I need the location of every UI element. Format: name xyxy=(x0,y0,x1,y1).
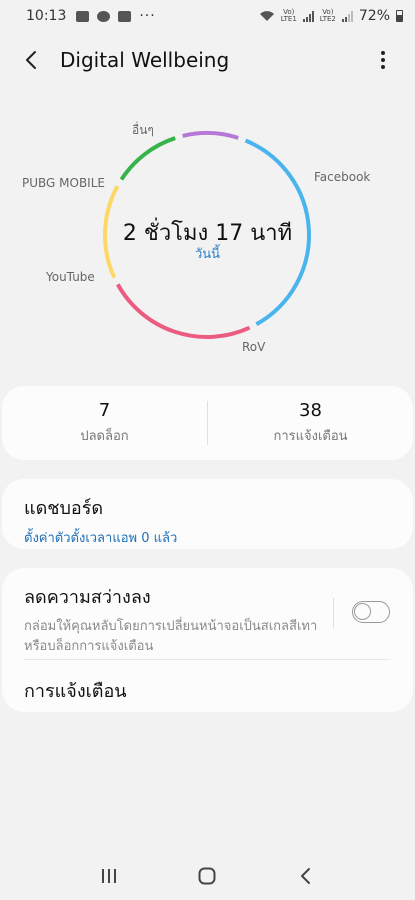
gallery-icon xyxy=(76,10,90,22)
notifications-stat[interactable]: 38 การแจ้งเตือน xyxy=(208,400,413,446)
navigation-bar xyxy=(0,852,415,900)
wind-down-description: กล่อมให้คุณหลับโดยการเปลี่ยนหน้าจอเป็นสเ… xyxy=(24,619,318,654)
settings-card: ลดความสว่างลง กล่อมให้คุณหลับโดยการเปลี่… xyxy=(2,568,413,712)
signal-icon-2 xyxy=(341,10,353,22)
shop-icon xyxy=(118,10,132,22)
home-button[interactable] xyxy=(187,856,227,896)
chart-label-pubg: PUBG MOBILE xyxy=(22,176,105,190)
wind-down-title: ลดความสว่างลง xyxy=(24,587,151,608)
signal-icon xyxy=(302,10,314,22)
wind-down-item[interactable]: ลดความสว่างลง กล่อมให้คุณหลับโดยการเปลี่… xyxy=(24,582,324,657)
toggle-knob xyxy=(354,603,371,620)
dashboard-title: แดชบอร์ด xyxy=(24,498,104,519)
chart-label-facebook: Facebook xyxy=(314,170,371,184)
more-options-button[interactable] xyxy=(361,38,405,82)
wifi-icon xyxy=(259,11,274,21)
chart-label-others: อื่นๆ xyxy=(132,123,154,137)
unlocks-count: 7 xyxy=(98,400,111,421)
lte2-label: Vo) LTE2 xyxy=(319,8,336,23)
battery-icon xyxy=(396,10,403,22)
unlocks-stat[interactable]: 7 ปลดล็อก xyxy=(2,400,207,446)
donut-segment-pubg-mobile[interactable] xyxy=(119,136,176,181)
home-icon xyxy=(198,867,216,885)
back-nav-button[interactable] xyxy=(286,856,326,896)
toggle-divider xyxy=(333,598,334,628)
stats-card: 7 ปลดล็อก 38 การแจ้งเตือน xyxy=(2,386,413,460)
app-bar: Digital Wellbeing xyxy=(0,38,415,82)
more-vert-icon xyxy=(381,51,385,55)
chart-label-youtube: YouTube xyxy=(46,270,95,284)
usage-period[interactable]: วันนี้ xyxy=(0,243,415,264)
donut-segment-อื่นๆ[interactable] xyxy=(182,131,239,140)
recents-button[interactable] xyxy=(89,856,129,896)
dashboard-card[interactable]: แดชบอร์ด ตั้งค่าตัวตั้งเวลาแอพ 0 แล้ว xyxy=(2,479,413,549)
chart-label-rov: RoV xyxy=(242,340,266,354)
lte1-label: Vo) LTE1 xyxy=(280,8,297,23)
status-time: 10:13 xyxy=(26,8,67,24)
notifications-count: 38 xyxy=(299,400,322,421)
unlocks-label: ปลดล็อก xyxy=(80,429,129,444)
usage-chart[interactable]: อื่นๆ PUBG MOBILE Facebook YouTube RoV 2… xyxy=(0,100,415,370)
notifications-item[interactable]: การแจ้งเตือน xyxy=(24,676,127,705)
back-icon xyxy=(300,868,310,884)
recents-icon xyxy=(102,869,117,883)
settings-divider xyxy=(24,659,391,660)
back-button[interactable] xyxy=(4,38,60,82)
battery-percent: 72% xyxy=(358,8,390,24)
more-notifications-icon: ··· xyxy=(139,8,156,24)
page-title: Digital Wellbeing xyxy=(60,48,230,72)
status-bar: 10:13 ··· Vo) LTE1 Vo) LTE2 72% xyxy=(0,0,415,32)
donut-segment-rov[interactable] xyxy=(116,283,251,339)
dashboard-subtitle: ตั้งค่าตัวตั้งเวลาแอพ 0 แล้ว xyxy=(24,531,178,546)
notifications-label: การแจ้งเตือน xyxy=(273,429,348,444)
chrome-icon xyxy=(97,10,111,22)
back-arrow-icon xyxy=(26,51,36,69)
wind-down-toggle[interactable] xyxy=(352,601,390,623)
